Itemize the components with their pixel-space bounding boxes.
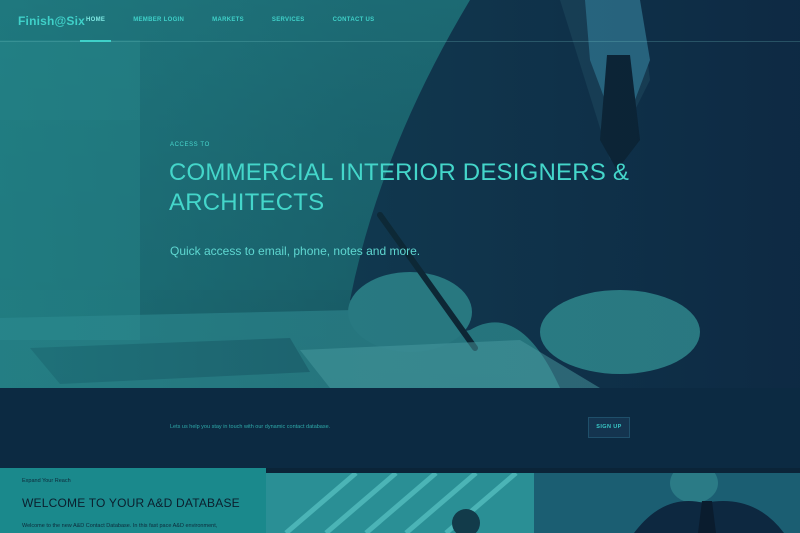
- hero-title: COMMERCIAL INTERIOR DESIGNERS & ARCHITEC…: [169, 159, 630, 216]
- hero-subtitle: Quick access to email, phone, notes and …: [170, 244, 421, 258]
- signup-button[interactable]: SIGN UP: [588, 417, 630, 438]
- businessman-photo-thumbnail: [534, 473, 800, 533]
- site-logo[interactable]: Finish@Six: [18, 14, 85, 28]
- nav-link-member-login[interactable]: MEMBER LOGIN: [127, 0, 190, 42]
- welcome-title: WELCOME TO YOUR A&D DATABASE: [22, 496, 240, 510]
- nav-link-services[interactable]: SERVICES: [266, 0, 311, 42]
- nav-link-contact-us[interactable]: CONTACT US: [327, 0, 381, 42]
- top-nav: Finish@Six HOME MEMBER LOGIN MARKETS SER…: [0, 0, 800, 42]
- signup-band: Lets us help you stay in touch with our …: [0, 388, 800, 468]
- hero-kicker: ACCESS TO: [170, 142, 210, 148]
- office-photo: [266, 473, 534, 533]
- nav-links: HOME MEMBER LOGIN MARKETS SERVICES CONTA…: [80, 0, 396, 42]
- nav-link-home[interactable]: HOME: [80, 0, 112, 42]
- nav-link-markets[interactable]: MARKETS: [206, 0, 250, 42]
- welcome-body: Welcome to the new A&D Contact Database.…: [22, 523, 218, 529]
- signup-band-text: Lets us help you stay in touch with our …: [170, 424, 331, 430]
- welcome-kicker: Expand Your Reach: [22, 478, 71, 484]
- welcome-panel: Expand Your Reach WELCOME TO YOUR A&D DA…: [0, 468, 266, 533]
- office-photo-thumbnail: [266, 473, 534, 533]
- businessman-photo: [534, 473, 800, 533]
